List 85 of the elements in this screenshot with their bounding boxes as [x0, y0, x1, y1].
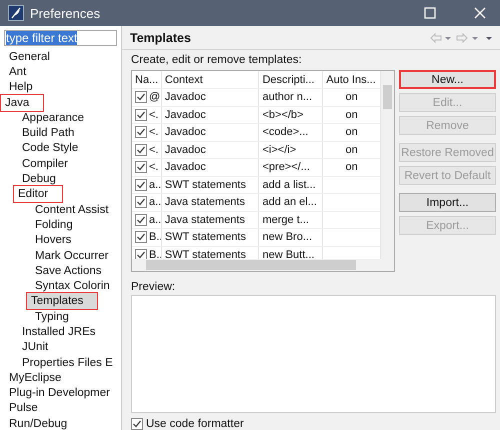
- column-header[interactable]: Na...: [132, 71, 162, 88]
- tree-item[interactable]: Mark Occurrer: [32, 248, 112, 264]
- vertical-scrollbar[interactable]: [380, 71, 394, 259]
- table-cell: Javadoc: [162, 106, 260, 123]
- tree-item[interactable]: Compiler: [19, 156, 72, 172]
- action-button[interactable]: Import...: [399, 193, 496, 212]
- tree-item[interactable]: Appearance: [19, 110, 88, 126]
- checkbox[interactable]: [135, 231, 147, 244]
- close-icon[interactable]: [474, 7, 486, 19]
- table-cell: a..: [149, 196, 161, 208]
- checkbox[interactable]: [135, 108, 147, 121]
- checkbox[interactable]: [135, 91, 147, 104]
- table-cell-text: on: [344, 90, 359, 106]
- table-cell: <b></b>: [259, 106, 324, 123]
- maximize-icon[interactable]: [424, 7, 436, 19]
- table-cell: a..: [149, 178, 161, 191]
- table-cell-text: on: [344, 142, 359, 158]
- table-cell-text: on: [344, 125, 359, 140]
- table-cell: <.: [149, 161, 158, 174]
- action-button[interactable]: New...: [399, 70, 496, 89]
- checkbox[interactable]: [135, 248, 147, 259]
- page-title: Templates: [130, 30, 191, 44]
- tree-item[interactable]: Debug: [19, 171, 59, 188]
- column-header[interactable]: Auto Ins...: [323, 71, 380, 88]
- table-cell: merge t...: [259, 212, 324, 228]
- window-title: Preferences: [30, 6, 100, 20]
- column-header[interactable]: Context: [162, 71, 260, 88]
- tree-item[interactable]: Build Path: [19, 125, 78, 142]
- table-cell: Java statements: [162, 194, 260, 210]
- tree-item[interactable]: Save Actions: [32, 262, 104, 279]
- tree-item[interactable]: Help: [6, 79, 36, 96]
- feather-icon: [8, 5, 24, 21]
- table-cell-text: on: [344, 160, 359, 176]
- tree-item[interactable]: Content Assist: [32, 202, 112, 218]
- tree-item[interactable]: Folding: [32, 216, 76, 233]
- tree-item[interactable]: Properties Files E: [19, 354, 116, 371]
- table-cell: Java statements: [162, 212, 260, 228]
- tree-item[interactable]: Syntax Colorin: [32, 278, 113, 294]
- filter-field[interactable]: type filter text: [4, 30, 117, 46]
- checkbox[interactable]: [131, 418, 143, 430]
- table-cell: Javadoc: [162, 124, 260, 140]
- instruction-text: Create, edit or remove templates:: [131, 54, 303, 66]
- tree-item[interactable]: MyEclipse: [6, 370, 64, 386]
- tree-item[interactable]: Pulse: [6, 400, 41, 416]
- navigation-arrows-icon[interactable]: [430, 32, 494, 42]
- checkbox[interactable]: [135, 196, 147, 208]
- tree-item[interactable]: Editor: [13, 185, 64, 204]
- checkbox[interactable]: [135, 178, 147, 191]
- tree-item[interactable]: Installed JREs: [19, 324, 99, 340]
- tree-item[interactable]: Java: [0, 94, 44, 112]
- table-cell: Javadoc: [162, 89, 260, 106]
- table-cell: add a list...: [259, 176, 324, 193]
- checkbox[interactable]: [135, 144, 147, 156]
- table-cell-text: on: [344, 108, 359, 123]
- table-cell: <.: [149, 144, 158, 156]
- table-cell: add an el...: [259, 194, 324, 210]
- table-cell: <i></i>: [259, 142, 324, 158]
- preview-label: Preview:: [131, 281, 176, 293]
- checkbox[interactable]: [135, 126, 147, 138]
- table-cell: <.: [149, 126, 158, 138]
- tree-item[interactable]: Plug-in Developmer: [6, 385, 113, 402]
- tree-item[interactable]: JUnit: [19, 339, 52, 356]
- table-cell: a..: [149, 214, 161, 226]
- tree-item[interactable]: Code Style: [19, 140, 82, 156]
- table-cell: Javadoc: [162, 142, 260, 158]
- tree-item[interactable]: Templates: [26, 292, 98, 310]
- checkbox[interactable]: [135, 161, 147, 174]
- table-cell: author n...: [259, 89, 324, 106]
- table-cell: SWT statements: [162, 176, 260, 193]
- tree-item[interactable]: General: [6, 48, 53, 65]
- horizontal-scrollbar[interactable]: [132, 259, 394, 271]
- tree-item[interactable]: Ant: [6, 64, 30, 80]
- checkbox-label: Use code formatter: [146, 418, 244, 430]
- tree-item[interactable]: Hovers: [32, 232, 74, 248]
- table-cell: <.: [149, 108, 158, 121]
- tree-item[interactable]: Run/Debug: [6, 416, 70, 430]
- table-cell: Javadoc: [162, 159, 260, 176]
- table-cell: <code>...: [259, 124, 324, 140]
- tree-item[interactable]: Typing: [32, 308, 72, 325]
- table-cell: SWT statements: [162, 229, 260, 246]
- column-header[interactable]: Descripti...: [259, 71, 324, 88]
- checkbox[interactable]: [135, 214, 147, 226]
- table-cell: @: [149, 91, 160, 104]
- table-cell: new Bro...: [259, 229, 324, 246]
- table-cell: <pre></...: [259, 159, 324, 176]
